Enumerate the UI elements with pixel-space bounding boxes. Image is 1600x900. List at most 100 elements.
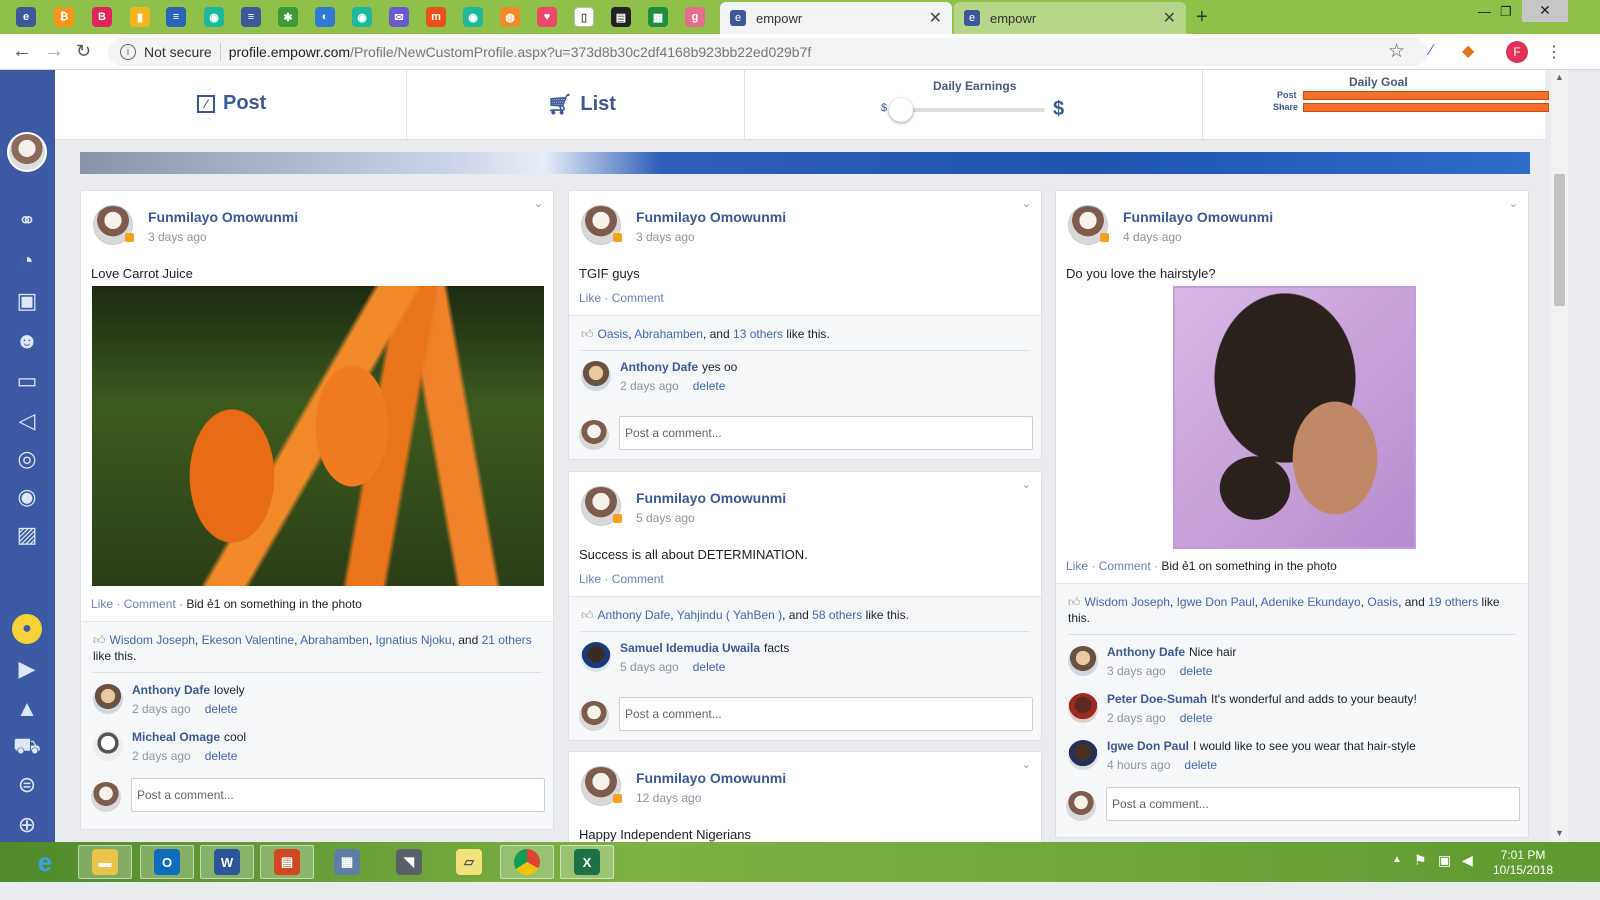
delete-comment-link[interactable]: delete <box>693 379 726 393</box>
delete-comment-link[interactable]: delete <box>205 749 238 763</box>
chevron-down-icon[interactable]: ⌄ <box>1022 478 1031 491</box>
car-icon[interactable]: ⊜ <box>12 770 42 800</box>
hairstyle-photo[interactable] <box>1173 286 1416 549</box>
pinned-tab-menu-icon[interactable]: ≡ <box>166 7 186 27</box>
megaphone-icon[interactable]: ◁ <box>12 406 42 436</box>
commenter-name[interactable]: Anthony Dafe <box>132 683 210 697</box>
info-icon[interactable]: i <box>120 44 136 60</box>
tab-empowr-inactive[interactable]: e empowr ✕ <box>954 2 1186 34</box>
volume-muted-icon[interactable]: ◀ <box>1462 852 1473 869</box>
taskbar-excel-button[interactable]: X <box>560 845 614 879</box>
others-link[interactable]: 21 others <box>482 633 532 647</box>
commenter-name[interactable]: Samuel Idemudia Uwaila <box>620 641 760 655</box>
pinned-tab-empowr-icon[interactable]: e <box>16 7 36 27</box>
comment-link[interactable]: Comment <box>612 291 664 305</box>
comment-input[interactable]: Post a comment... <box>131 778 545 812</box>
bid-text[interactable]: Bid ẻ1 on something in the photo <box>186 597 361 611</box>
post-time[interactable]: 4 days ago <box>1123 230 1182 244</box>
liker-link[interactable]: Yahjindu ( YahBen ) <box>677 608 782 622</box>
commenter-avatar[interactable] <box>93 731 123 761</box>
earnings-slider-track[interactable] <box>895 108 1045 112</box>
people-icon[interactable]: ☻ <box>12 326 42 356</box>
commenter-avatar[interactable] <box>1068 693 1098 723</box>
empowr-coin-icon[interactable]: ● <box>12 614 42 644</box>
pinned-tab-black-doc-icon[interactable]: ▤ <box>611 7 631 27</box>
back-arrow-icon[interactable]: ← <box>12 40 32 63</box>
taskbar-notes-button[interactable]: ▱ <box>442 845 496 879</box>
action-center-flag-icon[interactable]: ⚑ <box>1414 852 1427 869</box>
post-author[interactable]: Funmilayo Omowunmi <box>636 770 786 786</box>
liker-link[interactable]: Abrahamben <box>300 633 369 647</box>
delete-comment-link[interactable]: delete <box>205 702 238 716</box>
close-tab-icon[interactable]: ✕ <box>1163 8 1176 28</box>
chevron-down-icon[interactable]: ⌄ <box>1509 197 1518 210</box>
taskbar-outlook-button[interactable]: O <box>140 845 194 879</box>
chevron-down-icon[interactable]: ⌄ <box>534 197 543 210</box>
post-time[interactable]: 3 days ago <box>148 230 207 244</box>
scrollbar-thumb[interactable] <box>1554 174 1565 306</box>
pinned-tab-teal2-icon[interactable]: ◉ <box>463 7 483 27</box>
post-time[interactable]: 3 days ago <box>636 230 695 244</box>
liker-link[interactable]: Oasis <box>598 327 629 341</box>
comment-link[interactable]: Comment <box>612 572 664 586</box>
browser-menu-icon[interactable]: ⋮ <box>1546 42 1562 62</box>
post-time[interactable]: 5 days ago <box>636 511 695 525</box>
pinned-tab-pink-icon[interactable]: g <box>685 7 705 27</box>
user-circle-icon[interactable]: ◉ <box>12 482 42 512</box>
commenter-name[interactable]: Igwe Don Paul <box>1107 739 1189 753</box>
pinned-tab-mail-icon[interactable]: ✉ <box>389 7 409 27</box>
comment-link[interactable]: Comment <box>1099 559 1151 573</box>
pinned-tab-m-icon[interactable]: m <box>426 7 446 27</box>
commenter-name[interactable]: Anthony Dafe <box>620 360 698 374</box>
chevron-down-icon[interactable]: ⌄ <box>1022 197 1031 210</box>
commenter-avatar[interactable] <box>581 361 611 391</box>
liker-link[interactable]: Ignatius Njoku <box>376 633 452 647</box>
post-author[interactable]: Funmilayo Omowunmi <box>148 209 298 225</box>
pinned-tab-teal-icon[interactable]: ◉ <box>352 7 372 27</box>
url-omnibox[interactable]: i Not secure profile.empowr.com/Profile/… <box>108 38 1428 66</box>
post-time[interactable]: 12 days ago <box>636 791 701 805</box>
liker-link[interactable]: Adenike Ekundayo <box>1261 595 1361 609</box>
delete-comment-link[interactable]: delete <box>1184 758 1217 772</box>
pinned-tab-doc-icon[interactable]: ▮ <box>130 7 150 27</box>
scroll-down-arrow-icon[interactable]: ▼ <box>1555 828 1564 838</box>
scroll-up-arrow-icon[interactable]: ▲ <box>1555 72 1564 82</box>
comment-input[interactable]: Post a comment... <box>619 416 1033 450</box>
network-icon[interactable]: ▣ <box>1438 852 1451 869</box>
liker-link[interactable]: Ekeson Valentine <box>202 633 295 647</box>
graduation-cap-icon[interactable]: ▲ <box>12 694 42 724</box>
commenter-name[interactable]: Micheal Omage <box>132 730 220 744</box>
delete-comment-link[interactable]: delete <box>1180 664 1213 678</box>
others-link[interactable]: 58 others <box>812 608 862 622</box>
extension-fox-icon[interactable]: ◆ <box>1462 41 1474 61</box>
shopping-cart-icon[interactable]: ⛟ <box>12 732 42 762</box>
bid-text[interactable]: Bid ẻ1 on something in the photo <box>1161 559 1336 573</box>
page-scrollbar[interactable]: ▲ ▼ <box>1551 70 1568 842</box>
comment-input[interactable]: Post a comment... <box>1106 787 1520 821</box>
author-avatar[interactable] <box>581 205 622 245</box>
taskbar-calculator-button[interactable]: ▦ <box>320 845 374 879</box>
pinned-tab-pin-icon[interactable]: ♥ <box>537 7 557 27</box>
liker-link[interactable]: Igwe Don Paul <box>1177 595 1255 609</box>
like-link[interactable]: Like <box>91 597 113 611</box>
extension-pen-icon[interactable]: ⁄ <box>1430 42 1433 60</box>
reload-icon[interactable]: ↻ <box>76 41 91 62</box>
taskbar-clock[interactable]: 7:01 PM 10/15/2018 <box>1488 848 1558 878</box>
show-hidden-icons-icon[interactable]: ▲ <box>1392 854 1402 865</box>
post-author[interactable]: Funmilayo Omowunmi <box>636 490 786 506</box>
like-link[interactable]: Like <box>1066 559 1088 573</box>
liker-link[interactable]: Abrahamben <box>634 327 703 341</box>
chat-icon[interactable]: ▭ <box>12 366 42 396</box>
liker-link[interactable]: Wisdom Joseph <box>110 633 195 647</box>
pinned-tab-leaf-icon[interactable]: ✱ <box>278 7 298 27</box>
commenter-avatar[interactable] <box>581 642 611 672</box>
like-link[interactable]: Like <box>579 572 601 586</box>
comment-input[interactable]: Post a comment... <box>619 697 1033 731</box>
chevron-down-icon[interactable]: ⌄ <box>1022 758 1031 771</box>
commenter-avatar[interactable] <box>93 684 123 714</box>
others-link[interactable]: 13 others <box>733 327 783 341</box>
delete-comment-link[interactable]: delete <box>693 660 726 674</box>
author-avatar[interactable] <box>1068 205 1109 245</box>
liker-link[interactable]: Anthony Dafe <box>598 608 671 622</box>
pinned-tab-globe-icon[interactable]: ◐ <box>315 7 335 27</box>
